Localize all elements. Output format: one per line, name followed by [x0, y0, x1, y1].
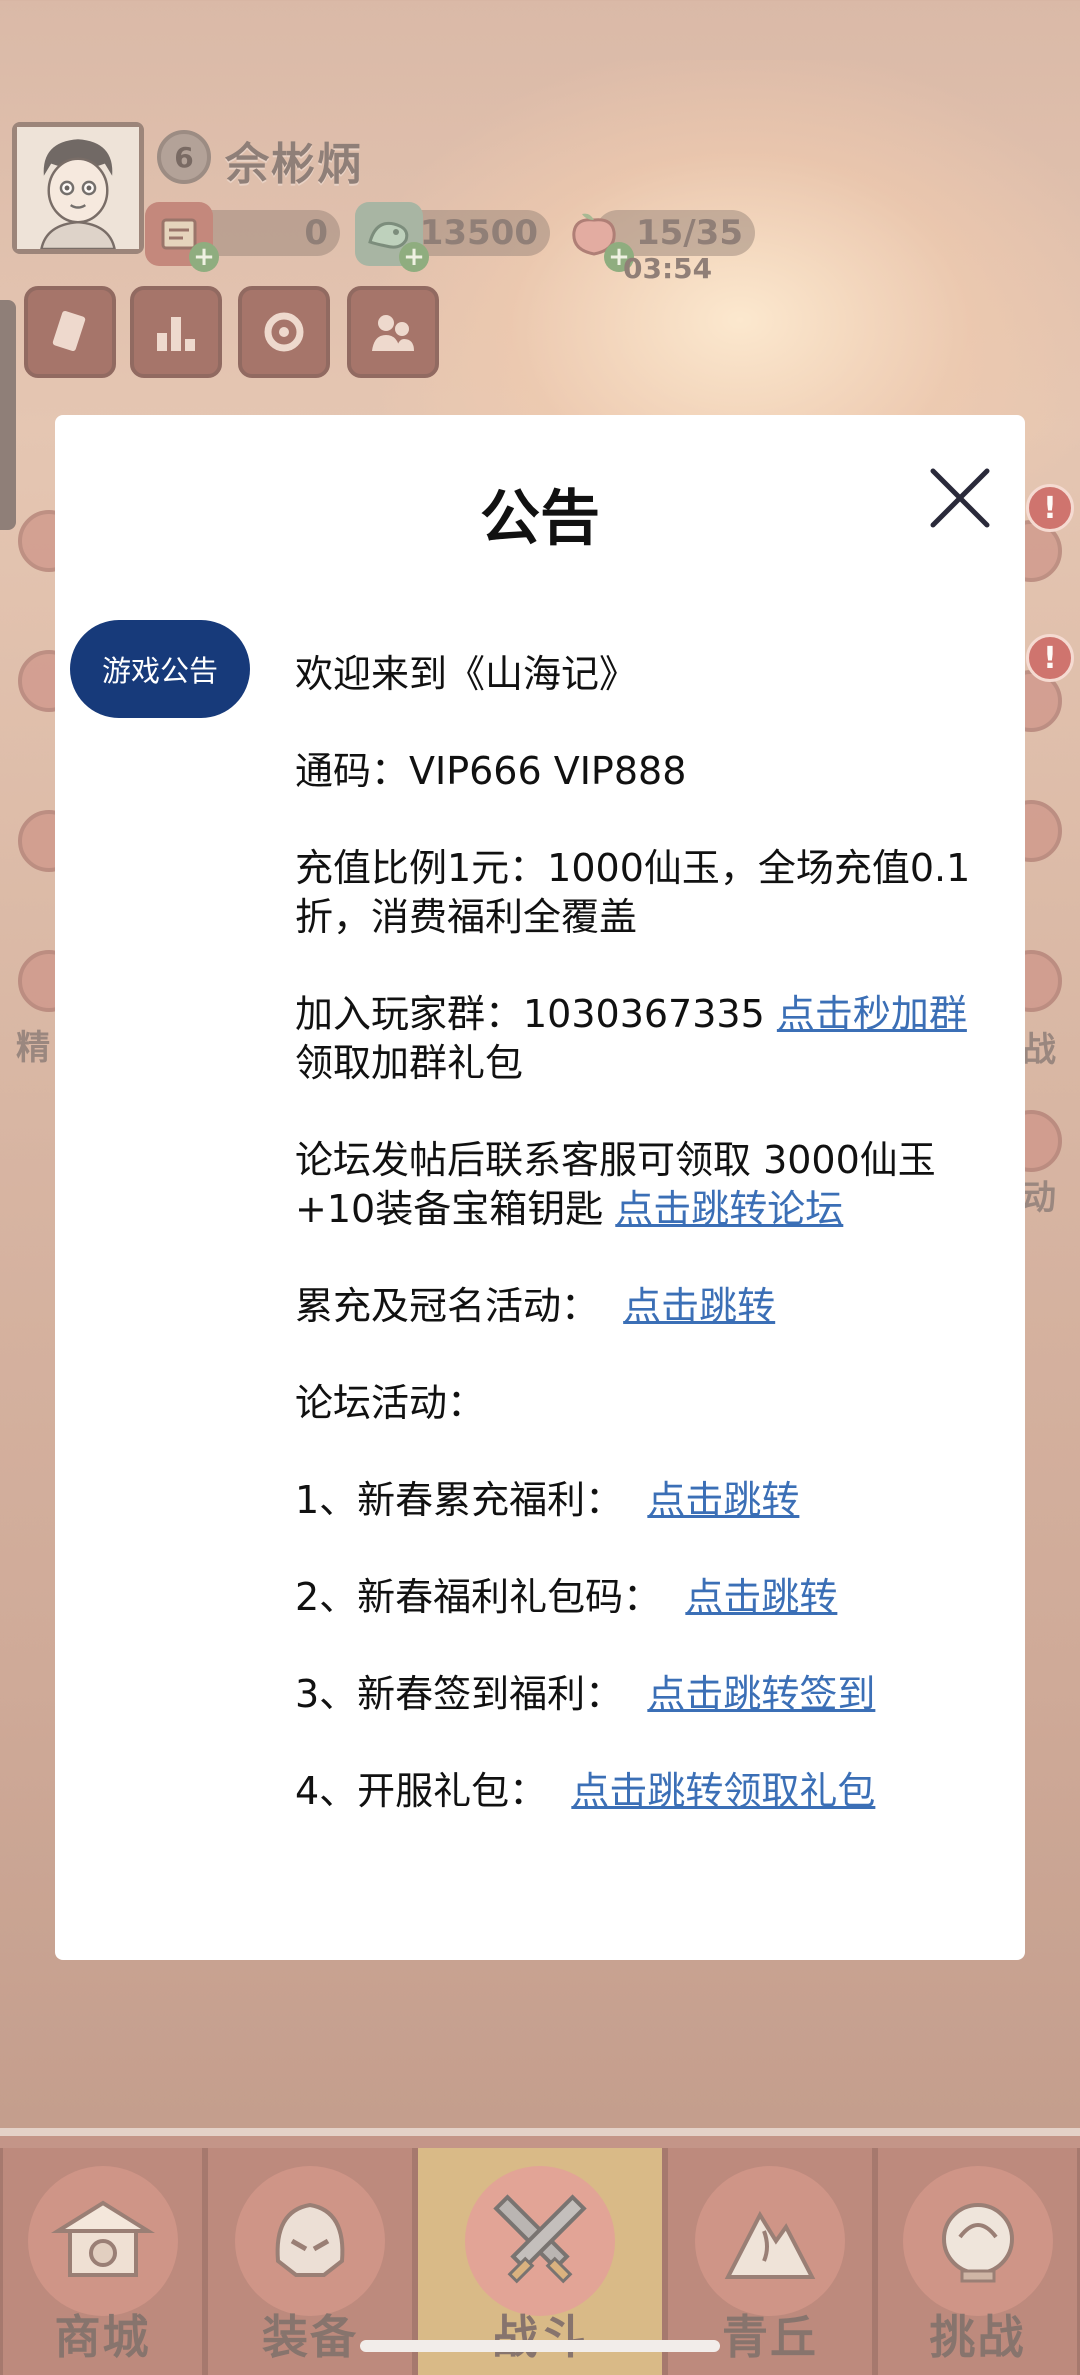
- tab-game-announcement[interactable]: 游戏公告: [70, 620, 250, 718]
- forum-activity-heading: 论坛活动：: [295, 1381, 486, 1425]
- player-group-suffix: 领取加群礼包: [295, 1041, 524, 1085]
- close-icon: [930, 468, 990, 528]
- welcome-text: 欢迎来到《山海记》: [295, 652, 638, 696]
- activity-item-2: 2、新春福利礼包码： 点击跳转: [295, 1573, 995, 1622]
- activity-item-3-link[interactable]: 点击跳转签到: [647, 1672, 875, 1716]
- gift-code-text: 通码：VIP666 VIP888: [295, 749, 687, 793]
- activity-item-2-link[interactable]: 点击跳转: [685, 1575, 837, 1619]
- dialog-title: 公告: [480, 484, 600, 554]
- close-button[interactable]: [927, 465, 993, 531]
- activity-item-3: 3、新春签到福利： 点击跳转签到: [295, 1670, 995, 1719]
- forum-link[interactable]: 点击跳转论坛: [615, 1187, 843, 1231]
- join-group-link[interactable]: 点击秒加群: [777, 992, 967, 1036]
- player-group-text: 加入玩家群：1030367335: [295, 992, 777, 1036]
- announcement-dialog: 公告 游戏公告 欢迎来到《山海记》 通码：VIP666 VIP888 充值比例1…: [55, 415, 1025, 1960]
- activity-item-1: 1、新春累充福利： 点击跳转: [295, 1476, 995, 1525]
- recharge-ratio-text: 充值比例1元：1000仙玉，全场充值0.1折，消费福利全覆盖: [295, 846, 971, 939]
- player-group-paragraph: 加入玩家群：1030367335 点击秒加群 领取加群礼包: [295, 990, 995, 1088]
- activity-item-4: 4、开服礼包： 点击跳转领取礼包: [295, 1767, 995, 1816]
- announcement-content: 欢迎来到《山海记》 通码：VIP666 VIP888 充值比例1元：1000仙玉…: [295, 650, 995, 1864]
- activity-item-1-text: 1、新春累充福利：: [295, 1478, 648, 1522]
- cumulative-link[interactable]: 点击跳转: [623, 1284, 775, 1328]
- activity-item-1-link[interactable]: 点击跳转: [647, 1478, 799, 1522]
- forum-post-paragraph: 论坛发帖后联系客服可领取 3000仙玉+10装备宝箱钥匙 点击跳转论坛: [295, 1136, 995, 1234]
- activity-item-4-link[interactable]: 点击跳转领取礼包: [571, 1769, 875, 1813]
- activity-item-2-text: 2、新春福利礼包码：: [295, 1575, 686, 1619]
- cumulative-paragraph: 累充及冠名活动： 点击跳转: [295, 1282, 995, 1331]
- activity-item-4-text: 4、开服礼包：: [295, 1769, 572, 1813]
- activity-item-3-text: 3、新春签到福利：: [295, 1672, 648, 1716]
- cumulative-text: 累充及冠名活动：: [295, 1284, 624, 1328]
